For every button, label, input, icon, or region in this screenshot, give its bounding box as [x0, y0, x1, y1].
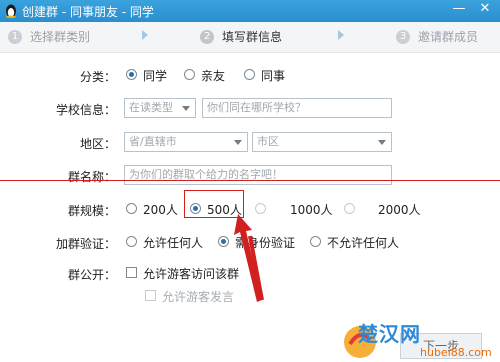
- watermark-url: hubei88.com: [420, 346, 492, 359]
- watermark-name: 楚汉网: [358, 322, 421, 346]
- annotation-arrow-icon: [234, 214, 264, 302]
